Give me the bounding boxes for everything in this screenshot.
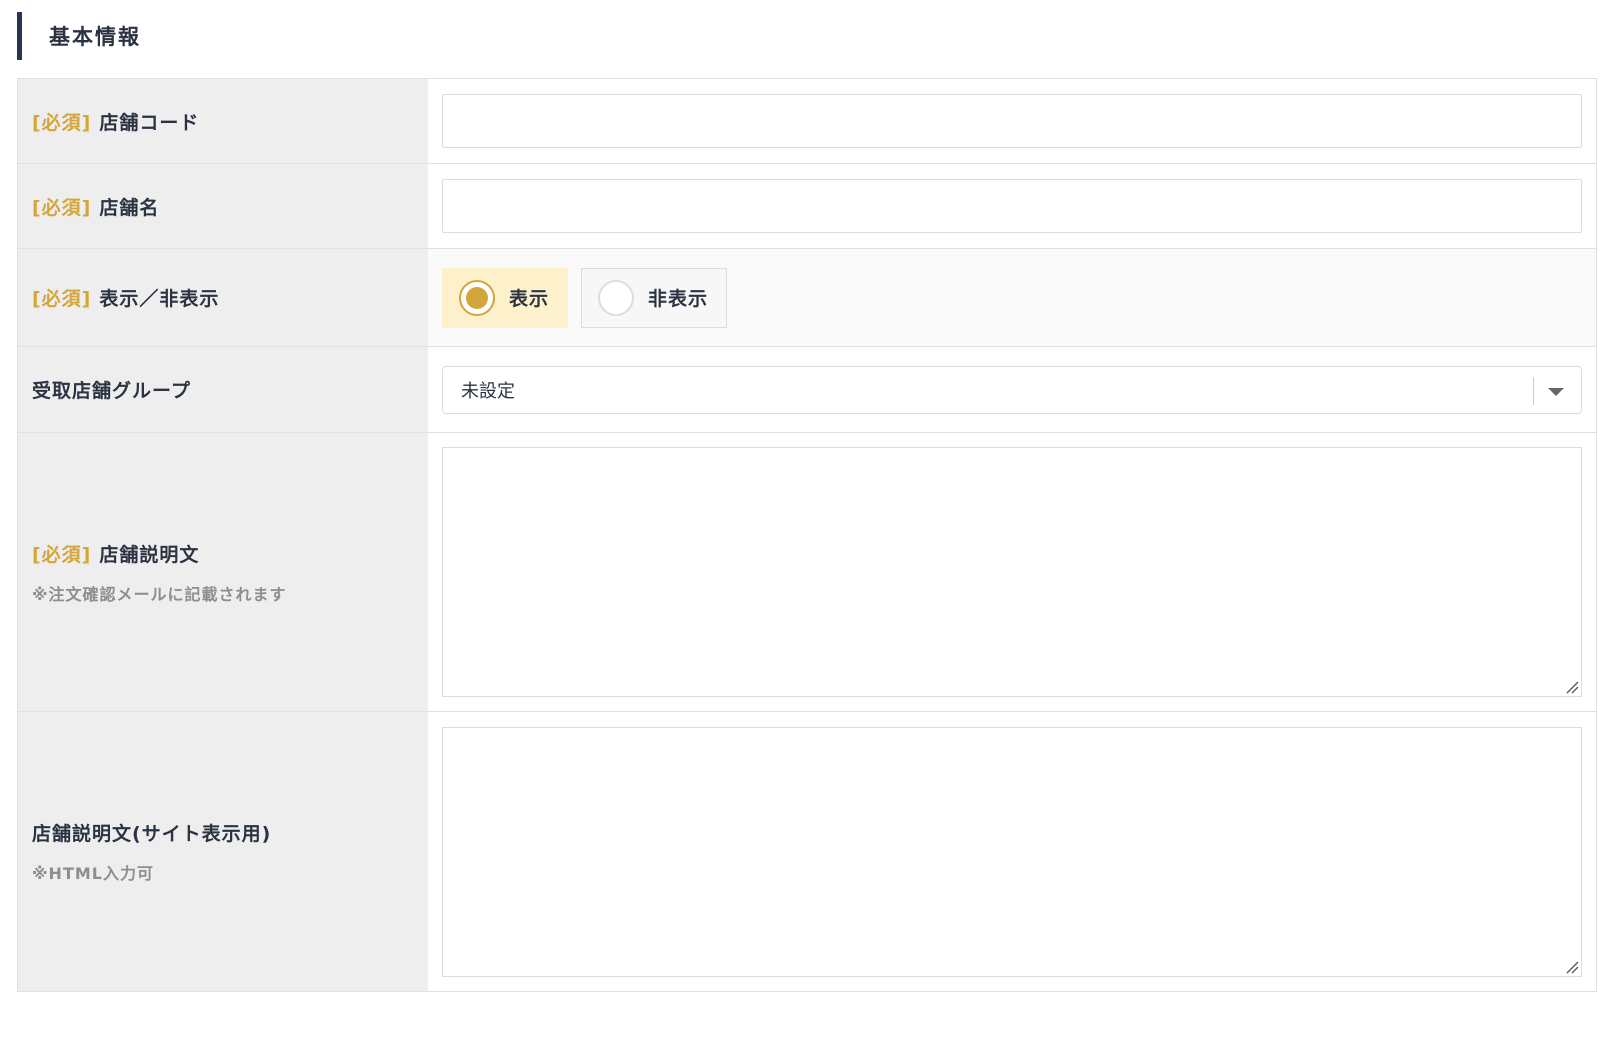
value-cell xyxy=(428,712,1596,991)
label-cell: [必須] 店舗説明文 ※注文確認メールに記載されます xyxy=(18,433,428,711)
row-store-code: [必須] 店舗コード xyxy=(18,79,1596,164)
description-label: 店舗説明文 xyxy=(99,543,200,566)
value-cell xyxy=(428,79,1596,163)
label-cell: [必須] 店舗名 xyxy=(18,164,428,248)
site-description-note: ※HTML入力可 xyxy=(32,864,154,883)
description-note: ※注文確認メールに記載されます xyxy=(32,584,287,604)
radio-option-label: 非表示 xyxy=(648,288,709,310)
row-site-description: 店舗説明文(サイト表示用) ※HTML入力可 xyxy=(18,712,1596,991)
value-cell: 未設定 xyxy=(428,347,1596,432)
pickup-group-label: 受取店舗グループ xyxy=(32,380,191,402)
site-description-textarea[interactable] xyxy=(442,726,1582,977)
value-cell: 表示 非表示 xyxy=(428,249,1596,346)
required-marker: [必須] xyxy=(32,288,92,310)
radio-option-show[interactable]: 表示 xyxy=(442,267,569,328)
row-visibility: [必須] 表示／非表示 表示 非表示 xyxy=(18,249,1596,347)
chevron-down-icon xyxy=(1548,387,1564,396)
label-cell: [必須] 表示／非表示 xyxy=(18,249,428,346)
required-marker: [必須] xyxy=(32,196,92,219)
field-label: [必須] 店舗名 xyxy=(32,193,428,220)
label-cell: 店舗説明文(サイト表示用) ※HTML入力可 xyxy=(18,712,428,991)
basic-info-form: [必須] 店舗コード [必須] 店舗名 [必須] 表示／非表示 表示 非表示 受… xyxy=(17,78,1597,992)
section-title: 基本情報 xyxy=(17,12,141,60)
store-name-input[interactable] xyxy=(442,179,1582,233)
row-pickup-group: 受取店舗グループ 未設定 xyxy=(18,347,1596,433)
radio-checked-icon xyxy=(459,279,495,316)
resize-handle-icon[interactable] xyxy=(1565,960,1579,974)
radio-dot xyxy=(466,286,488,309)
row-store-name: [必須] 店舗名 xyxy=(18,164,1596,249)
field-label: [必須] 表示／非表示 xyxy=(32,284,428,311)
label-cell: 受取店舗グループ xyxy=(18,347,428,432)
row-description: [必須] 店舗説明文 ※注文確認メールに記載されます xyxy=(18,433,1596,712)
field-label: [必須] 店舗コード xyxy=(32,108,428,135)
required-marker: [必須] xyxy=(32,543,92,566)
value-cell xyxy=(428,433,1596,711)
resize-handle-icon[interactable] xyxy=(1565,680,1579,694)
radio-option-hide[interactable]: 非表示 xyxy=(581,267,728,328)
select-divider xyxy=(1533,376,1534,405)
select-value: 未設定 xyxy=(461,380,515,402)
field-label: [必須] 店舗説明文 xyxy=(32,540,428,567)
radio-option-label: 表示 xyxy=(509,288,550,310)
pickup-group-select[interactable]: 未設定 xyxy=(442,365,1582,414)
visibility-radio-group: 表示 非表示 xyxy=(442,267,728,328)
visibility-label: 表示／非表示 xyxy=(99,288,220,310)
required-marker: [必須] xyxy=(32,111,92,134)
radio-unchecked-icon xyxy=(598,279,635,316)
description-textarea[interactable] xyxy=(442,447,1582,697)
label-cell: [必須] 店舗コード xyxy=(18,79,428,163)
store-code-label: 店舗コード xyxy=(99,111,200,134)
store-name-label: 店舗名 xyxy=(99,196,160,219)
value-cell xyxy=(428,164,1596,248)
store-code-input[interactable] xyxy=(442,94,1582,148)
site-description-label: 店舗説明文(サイト表示用) xyxy=(32,823,272,845)
